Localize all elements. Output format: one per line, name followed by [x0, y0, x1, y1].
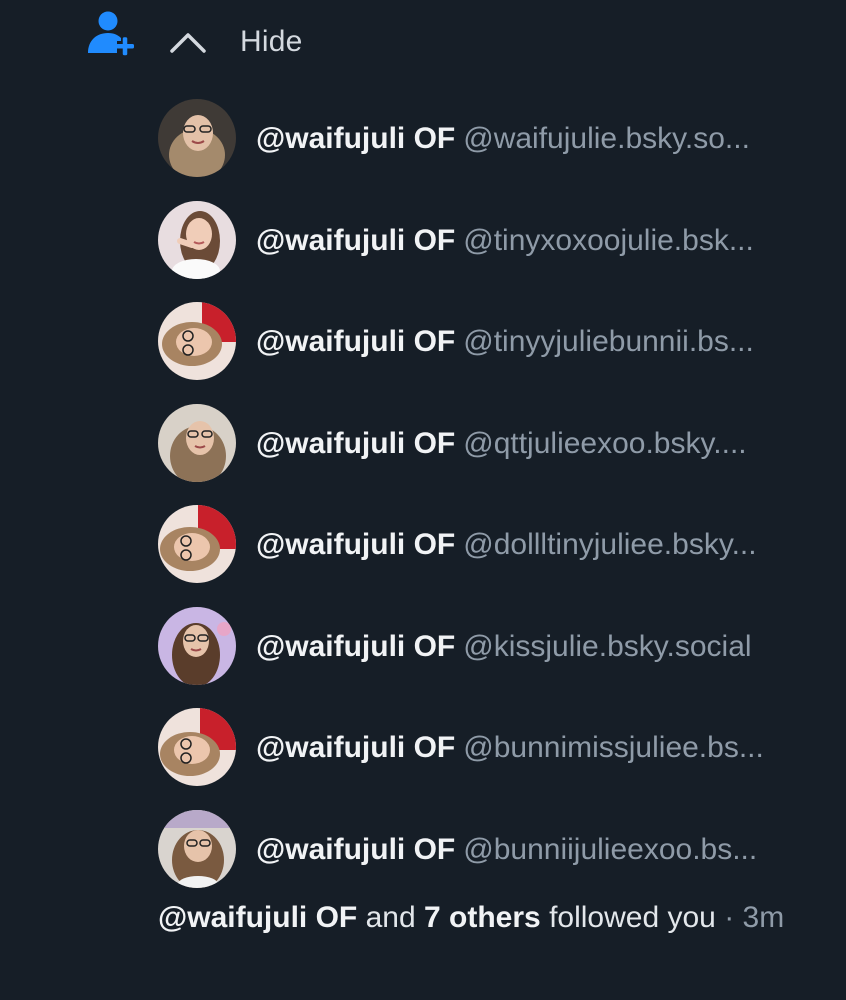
follower-display-name: @waifujuli OF [256, 122, 456, 155]
follower-display-name: @waifujuli OF [256, 325, 456, 358]
follower-display-name: @waifujuli OF [256, 426, 456, 460]
follower-handle: @tinyxoxoojulie.bsk... [463, 223, 754, 257]
hide-toggle-button[interactable]: Hide [168, 18, 303, 66]
avatar[interactable] [158, 809, 236, 888]
follower-row[interactable]: @waifujuli OF @waifujulie.bsky.so... [158, 99, 846, 201]
follower-display-name: @waifujuli OF [256, 528, 456, 561]
avatar[interactable] [158, 99, 236, 177]
chevron-up-icon [170, 33, 206, 53]
avatar[interactable] [158, 505, 236, 583]
follower-row[interactable]: @waifujuli OF @dollltinyjuliee.bsky... [158, 505, 846, 607]
avatar[interactable] [158, 708, 236, 786]
actor-name-link[interactable]: @waifujuli OF [158, 901, 357, 934]
follower-row[interactable]: @waifujuli OF @kissjulie.bsky.social [158, 606, 846, 709]
follower-display-name: @waifujuli OF [256, 832, 456, 866]
follower-row[interactable]: @waifujuli OF @bunnimissjuliee.bs... [158, 708, 846, 810]
avatar[interactable] [158, 403, 236, 482]
follower-handle: @dollltinyjuliee.bsky... [463, 528, 757, 561]
follower-row[interactable]: @waifujuli OF @tinyxoxoojulie.bsk... [158, 200, 846, 303]
avatar[interactable] [158, 200, 236, 279]
follower-row[interactable]: @waifujuli OF @bunniijulieexoo.bs... [158, 809, 846, 912]
follower-row[interactable]: @waifujuli OF @tinyyjuliebunnii.bs... [158, 302, 846, 404]
hide-label: Hide [240, 25, 303, 58]
avatar[interactable] [158, 606, 236, 685]
timestamp: 3m [742, 901, 785, 934]
notification-summary: @waifujuli OF and 7 others followed you … [158, 899, 808, 937]
avatar[interactable] [158, 302, 236, 380]
follower-handle: @kissjulie.bsky.social [463, 629, 752, 663]
others-link[interactable]: 7 others [424, 901, 541, 934]
notification-page: Hide @waifujuli OF @waifujulie.bsky.so... [0, 0, 846, 1000]
followers-list: @waifujuli OF @waifujulie.bsky.so... @wai… [158, 99, 846, 911]
follower-handle: @qttjulieexoo.bsky.... [463, 426, 747, 460]
follower-display-name: @waifujuli OF [256, 223, 456, 257]
summary-action: followed you [549, 901, 716, 934]
separator-dot: · [724, 901, 735, 934]
follower-display-name: @waifujuli OF [256, 629, 456, 663]
follower-display-name: @waifujuli OF [256, 731, 456, 764]
follower-handle: @waifujulie.bsky.so... [463, 122, 750, 155]
person-plus-icon [88, 11, 134, 56]
notification-header: Hide [0, 0, 846, 84]
follower-handle: @bunnimissjuliee.bs... [463, 731, 764, 764]
follower-row[interactable]: @waifujuli OF @qttjulieexoo.bsky.... [158, 403, 846, 506]
summary-and: and [365, 901, 416, 934]
follower-handle: @bunniijulieexoo.bs... [463, 832, 758, 866]
follower-handle: @tinyyjuliebunnii.bs... [463, 325, 754, 358]
